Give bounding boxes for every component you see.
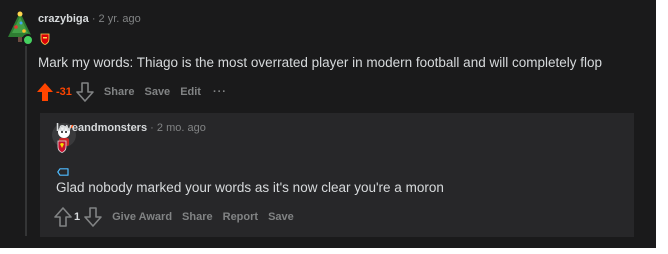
report-button[interactable]: Report xyxy=(219,211,262,223)
reply-body: Glad nobody marked your words as it's no… xyxy=(56,180,444,195)
meta-separator: · xyxy=(150,122,154,134)
downvote-arrow-icon[interactable] xyxy=(84,207,102,227)
downvote-arrow-icon[interactable] xyxy=(76,82,94,102)
share-button[interactable]: Share xyxy=(178,211,217,223)
save-button[interactable]: Save xyxy=(140,86,174,98)
comment-body: Mark my words: Thiago is the most overra… xyxy=(38,55,603,70)
liverpool-crest-icon xyxy=(57,140,67,153)
share-button[interactable]: Share xyxy=(100,86,139,98)
reply-timestamp[interactable]: 2 mo. ago xyxy=(157,122,206,134)
more-options-button[interactable]: ··· xyxy=(209,86,231,98)
comment-thread: crazybiga · 2 yr. ago Mark my words: Thi… xyxy=(0,0,656,248)
give-award-button[interactable]: Give Award xyxy=(108,211,176,223)
tag-icon xyxy=(57,163,69,176)
comment-timestamp[interactable]: 2 yr. ago xyxy=(99,13,141,25)
comment-meta: crazybiga · 2 yr. ago xyxy=(38,13,141,25)
vote-score: -31 xyxy=(56,86,72,98)
online-status-indicator xyxy=(22,34,34,46)
comment-actions: -31 Share Save Edit ··· xyxy=(36,82,231,102)
upvote-arrow-icon[interactable] xyxy=(36,82,54,102)
upvote-arrow-icon[interactable] xyxy=(54,207,72,227)
thread-collapse-line[interactable] xyxy=(25,46,27,236)
arsenal-crest-icon xyxy=(40,32,50,45)
vote-score: 1 xyxy=(74,211,81,223)
reply-actions: 1 Give Award Share Report Save xyxy=(54,207,298,227)
reply-meta: loveandmonsters · 2 mo. ago xyxy=(56,122,206,134)
reply-username[interactable]: loveandmonsters xyxy=(56,122,147,134)
save-button[interactable]: Save xyxy=(264,211,298,223)
comment-username[interactable]: crazybiga xyxy=(38,13,89,25)
meta-separator: · xyxy=(91,13,96,25)
edit-button[interactable]: Edit xyxy=(176,86,205,98)
